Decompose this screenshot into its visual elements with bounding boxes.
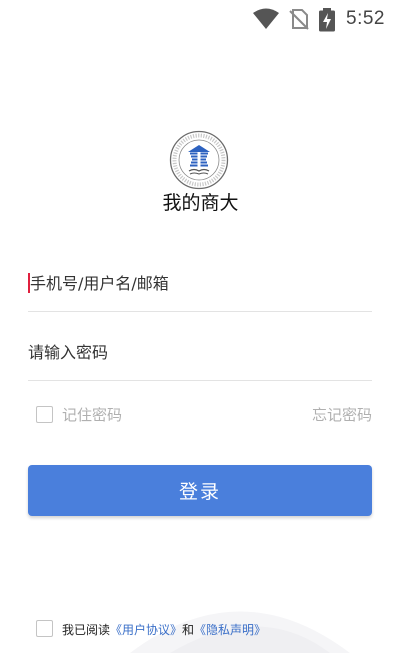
privacy-policy-link[interactable]: 《隐私声明》 xyxy=(194,623,266,637)
agreement-checkbox[interactable] xyxy=(36,620,53,637)
agreement-text: 我已阅读《用户协议》和《隐私声明》 xyxy=(62,621,266,638)
status-time: 5:52 xyxy=(346,8,385,29)
password-input[interactable] xyxy=(28,335,372,369)
remember-password-label[interactable]: 记住密码 xyxy=(62,404,122,425)
user-agreement-link[interactable]: 《用户协议》 xyxy=(110,623,182,637)
username-input[interactable] xyxy=(28,266,372,300)
status-bar: 5:52 xyxy=(0,0,401,38)
password-field[interactable] xyxy=(28,335,372,381)
wifi-icon xyxy=(252,8,280,34)
university-logo xyxy=(169,130,229,190)
agreement-prefix: 我已阅读 xyxy=(62,623,111,637)
no-sim-icon xyxy=(288,8,310,34)
username-field[interactable] xyxy=(28,266,372,312)
bottom-wave-decoration xyxy=(130,611,350,653)
login-button[interactable]: 登录 xyxy=(28,465,372,516)
forgot-password-link[interactable]: 忘记密码 xyxy=(312,404,372,425)
agreement-conjunction: 和 xyxy=(182,623,195,637)
app-title: 我的商大 xyxy=(162,192,239,214)
remember-password-checkbox[interactable] xyxy=(36,406,53,423)
battery-charging-icon xyxy=(318,8,336,36)
